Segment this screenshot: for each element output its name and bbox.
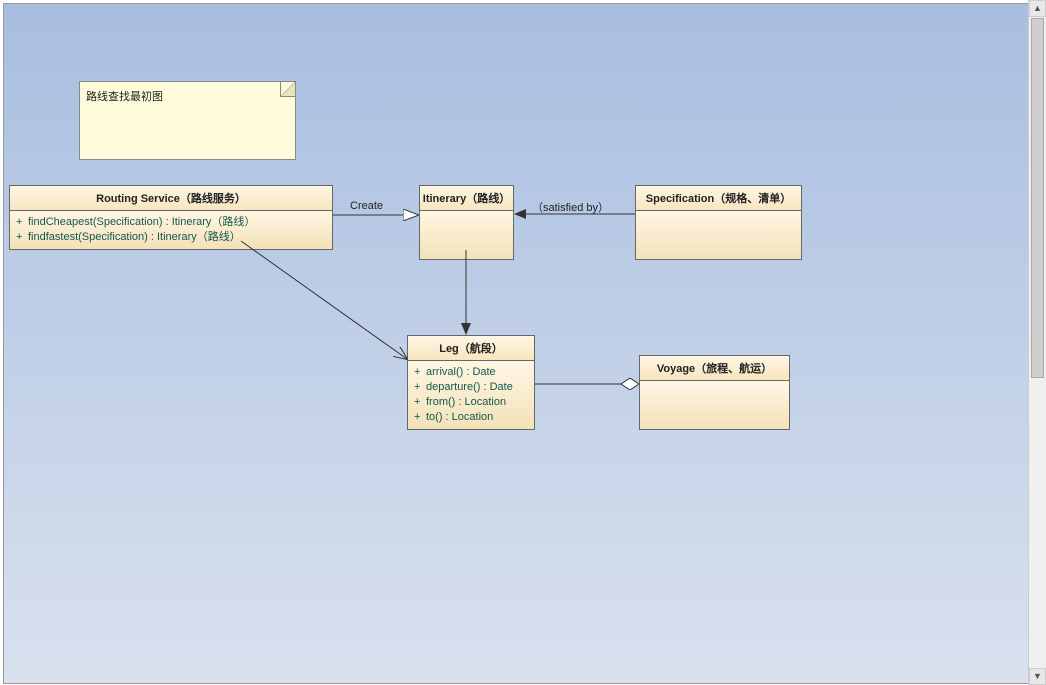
class-leg-body: +arrival() : Date +departure() : Date +f… xyxy=(408,361,534,429)
class-routing-service-body: +findCheapest(Specification) : Itinerary… xyxy=(10,211,332,249)
note-text: 路线查找最初图 xyxy=(86,88,163,104)
class-specification-body xyxy=(636,211,801,259)
class-specification-title: Specification（规格、清单） xyxy=(636,186,801,211)
class-leg-title: Leg（航段） xyxy=(408,336,534,361)
class-routing-service[interactable]: Routing Service（路线服务） +findCheapest(Spec… xyxy=(9,185,333,250)
class-voyage-body xyxy=(640,381,789,429)
class-leg[interactable]: Leg（航段） +arrival() : Date +departure() :… xyxy=(407,335,535,430)
class-itinerary-title: Itinerary（路线） xyxy=(420,186,513,211)
diagram-canvas[interactable]: 路线查找最初图 Routing Service（路线服务） +findCheap… xyxy=(3,3,1029,684)
class-operation: +from() : Location xyxy=(414,395,528,410)
class-operation: +findCheapest(Specification) : Itinerary… xyxy=(16,215,326,230)
vertical-scrollbar[interactable]: ▲ ▼ xyxy=(1028,0,1046,685)
class-voyage[interactable]: Voyage（旅程、航运） xyxy=(639,355,790,430)
class-voyage-title: Voyage（旅程、航运） xyxy=(640,356,789,381)
class-itinerary[interactable]: Itinerary（路线） xyxy=(419,185,514,260)
class-specification[interactable]: Specification（规格、清单） xyxy=(635,185,802,260)
class-itinerary-body xyxy=(420,211,513,259)
scroll-thumb[interactable] xyxy=(1031,18,1044,378)
class-operation: +arrival() : Date xyxy=(414,365,528,380)
note-fold-icon xyxy=(280,82,295,97)
diagram-viewport: 路线查找最初图 Routing Service（路线服务） +findCheap… xyxy=(0,0,1046,685)
edge-routing-leg xyxy=(241,241,407,359)
edge-label-create: Create xyxy=(350,200,383,212)
note-sticky[interactable]: 路线查找最初图 xyxy=(79,81,296,160)
class-operation: +to() : Location xyxy=(414,410,528,425)
class-operation: +findfastest(Specification) : Itinerary（… xyxy=(16,230,326,245)
scroll-up-arrow-icon[interactable]: ▲ xyxy=(1029,0,1046,17)
class-operation: +departure() : Date xyxy=(414,380,528,395)
class-routing-service-title: Routing Service（路线服务） xyxy=(10,186,332,211)
scroll-down-arrow-icon[interactable]: ▼ xyxy=(1029,668,1046,685)
edge-label-satisfied-by: （satisfied by） xyxy=(532,199,609,215)
